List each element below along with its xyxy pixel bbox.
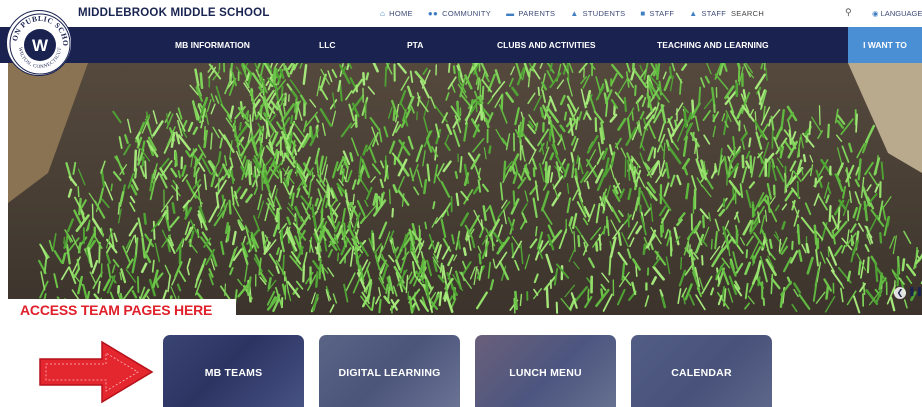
search-icon[interactable]: ⚲ xyxy=(845,7,852,18)
tile-label: MB TEAMS xyxy=(204,367,263,379)
right-arrow-icon xyxy=(39,340,154,404)
util-link-label: STUDENTS xyxy=(582,9,626,18)
main-nav: MB INFORMATION LLC PTA CLUBS AND ACTIVIT… xyxy=(0,27,922,63)
people-icon: ●● xyxy=(427,9,439,18)
school-name[interactable]: MIDDLEBROOK MIDDLE SCHOOL xyxy=(78,0,270,27)
util-link-label: COMMUNITY xyxy=(442,9,492,18)
access-team-label: ACCESS TEAM PAGES HERE xyxy=(8,299,236,320)
globe-icon: ◉ xyxy=(872,9,879,18)
search-input[interactable] xyxy=(727,6,859,21)
util-link-label: PARENTS xyxy=(518,9,556,18)
util-link-students[interactable]: ▲ STUDENTS xyxy=(570,9,625,18)
util-link-label: STAFF xyxy=(649,9,675,18)
util-link-label: HOME xyxy=(389,9,413,18)
nav-item-pta[interactable]: PTA xyxy=(407,27,423,63)
util-link-community[interactable]: ●● COMMUNITY xyxy=(428,9,491,18)
utility-bar: MIDDLEBROOK MIDDLE SCHOOL ⌂ HOME ●● COMM… xyxy=(0,0,922,27)
tile-label: CALENDAR xyxy=(671,367,732,379)
tile-mb-teams[interactable]: MB TEAMS xyxy=(163,335,304,407)
staff-icon: ■ xyxy=(640,9,646,18)
tile-digital-learning[interactable]: DIGITAL LEARNING xyxy=(319,335,460,407)
student-icon: ▲ xyxy=(570,9,579,18)
tile-label: LUNCH MENU xyxy=(509,367,582,379)
parents-icon: ▬ xyxy=(506,9,515,18)
language-selector[interactable]: ◉ LANGUAGE ˅ xyxy=(872,0,922,27)
district-seal-icon: WILTON PUBLIC SCHOOLS WILTON, CONNECTICU… xyxy=(3,4,71,75)
hero-slideshow[interactable] xyxy=(8,63,922,315)
nav-item-teaching-and-learning[interactable]: TEACHING AND LEARNING xyxy=(657,27,769,63)
nav-item-clubs-and-activities[interactable]: CLUBS AND ACTIVITIES xyxy=(497,27,596,63)
person-icon: ▲ xyxy=(689,9,698,18)
nav-item-mb-information[interactable]: MB INFORMATION xyxy=(175,27,250,63)
house-icon: ⌂ xyxy=(380,9,386,18)
district-logo[interactable]: WILTON PUBLIC SCHOOLS WILTON, CONNECTICU… xyxy=(3,4,72,76)
pause-icon[interactable]: ❚❚ xyxy=(908,286,922,300)
util-link-home[interactable]: ⌂ HOME xyxy=(380,9,413,18)
slider-prev-button[interactable]: ❮ xyxy=(894,287,906,299)
util-link-staff[interactable]: ■ STAFF xyxy=(640,9,674,18)
logo-letter: W xyxy=(32,36,49,55)
hero-image xyxy=(8,63,922,315)
language-label: LANGUAGE xyxy=(880,9,922,18)
i-want-to-button[interactable]: I WANT TO xyxy=(848,27,922,63)
nav-item-llc[interactable]: LLC xyxy=(319,27,336,63)
tile-label: DIGITAL LEARNING xyxy=(338,367,441,379)
tile-lunch-menu[interactable]: LUNCH MENU xyxy=(475,335,616,407)
util-link-parents[interactable]: ▬ PARENTS xyxy=(506,9,555,18)
tile-calendar[interactable]: CALENDAR xyxy=(631,335,772,407)
utility-links: ⌂ HOME ●● COMMUNITY ▬ PARENTS ▲ STUDENTS… xyxy=(380,0,775,27)
